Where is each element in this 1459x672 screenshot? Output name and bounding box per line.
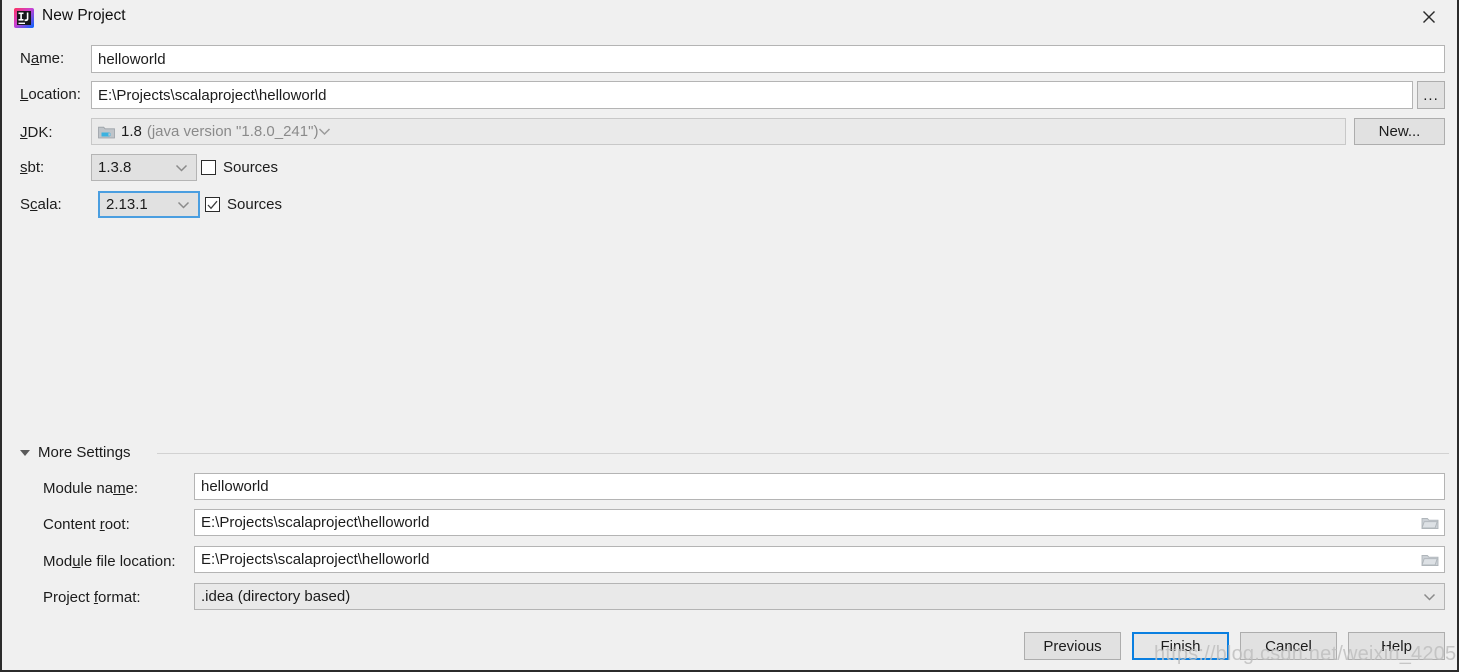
finish-button-label: Finish	[1160, 637, 1201, 655]
new-project-dialog: New Project Name: helloworld Location: E…	[0, 0, 1459, 672]
location-browse-button[interactable]: ...	[1417, 81, 1445, 109]
checkbox-box	[205, 197, 220, 212]
name-label: Name:	[20, 50, 65, 67]
triangle-down-icon	[20, 449, 30, 456]
jdk-version: 1.8	[121, 123, 142, 140]
content-root-input[interactable]: E:\Projects\scalaproject\helloworld	[194, 509, 1445, 536]
chevron-down-icon	[1423, 588, 1436, 605]
finish-button[interactable]: Finish	[1132, 632, 1229, 660]
sbt-label: sbt:	[20, 159, 45, 176]
checkbox-box	[201, 160, 216, 175]
sbt-sources-checkbox[interactable]: Sources	[201, 159, 278, 176]
module-name-input[interactable]: helloworld	[194, 473, 1445, 500]
chevron-down-icon	[177, 196, 190, 213]
scala-version-combo[interactable]: 2.13.1	[98, 191, 200, 218]
help-button[interactable]: Help	[1348, 632, 1445, 660]
help-button-label: Help	[1381, 637, 1412, 655]
more-settings-toggle[interactable]: More Settings	[20, 444, 131, 461]
content-root-value: E:\Projects\scalaproject\helloworld	[201, 514, 430, 531]
jdk-new-button[interactable]: New...	[1354, 118, 1445, 145]
module-file-location-value: E:\Projects\scalaproject\helloworld	[201, 551, 430, 568]
scala-sources-checkbox[interactable]: Sources	[205, 196, 282, 213]
chevron-down-icon	[175, 159, 188, 176]
content-root-label: Content root:	[43, 516, 130, 533]
jdk-label: JDK:	[20, 124, 53, 141]
scala-sources-label: Sources	[227, 196, 283, 213]
sbt-version-combo[interactable]: 1.3.8	[91, 154, 197, 181]
module-name-label: Module name:	[43, 480, 139, 497]
jdk-folder-icon	[98, 125, 115, 139]
check-icon	[207, 200, 218, 209]
sbt-version-value: 1.3.8	[98, 159, 132, 176]
more-settings-divider	[157, 453, 1449, 454]
scala-version-value: 2.13.1	[106, 196, 148, 213]
jdk-detail: (java version "1.8.0_241")	[146, 123, 319, 140]
project-format-value: .idea (directory based)	[201, 588, 351, 605]
window-title: New Project	[42, 7, 126, 24]
close-icon[interactable]	[1411, 4, 1447, 30]
project-location-input[interactable]: E:\Projects\scalaproject\helloworld	[91, 81, 1413, 109]
previous-button[interactable]: Previous	[1024, 632, 1121, 660]
folder-icon[interactable]	[1421, 515, 1439, 530]
project-name-input[interactable]: helloworld	[91, 45, 1445, 73]
folder-icon[interactable]	[1421, 552, 1439, 567]
previous-button-label: Previous	[1043, 637, 1102, 655]
title-bar: New Project	[2, 0, 1457, 35]
chevron-down-icon	[318, 123, 331, 140]
jdk-combo[interactable]: 1.8 (java version "1.8.0_241")	[91, 118, 1346, 145]
project-format-combo[interactable]: .idea (directory based)	[194, 583, 1445, 610]
intellij-idea-icon	[14, 8, 34, 28]
more-settings-title: More Settings	[38, 444, 131, 461]
location-label: Location:	[20, 86, 81, 103]
sbt-sources-label: Sources	[223, 159, 279, 176]
module-file-location-label: Module file location:	[43, 553, 176, 570]
module-file-location-input[interactable]: E:\Projects\scalaproject\helloworld	[194, 546, 1445, 573]
cancel-button[interactable]: Cancel	[1240, 632, 1337, 660]
scala-label: Scala:	[20, 196, 62, 213]
project-format-label: Project format:	[43, 589, 141, 606]
jdk-new-button-label: New...	[1378, 123, 1421, 140]
